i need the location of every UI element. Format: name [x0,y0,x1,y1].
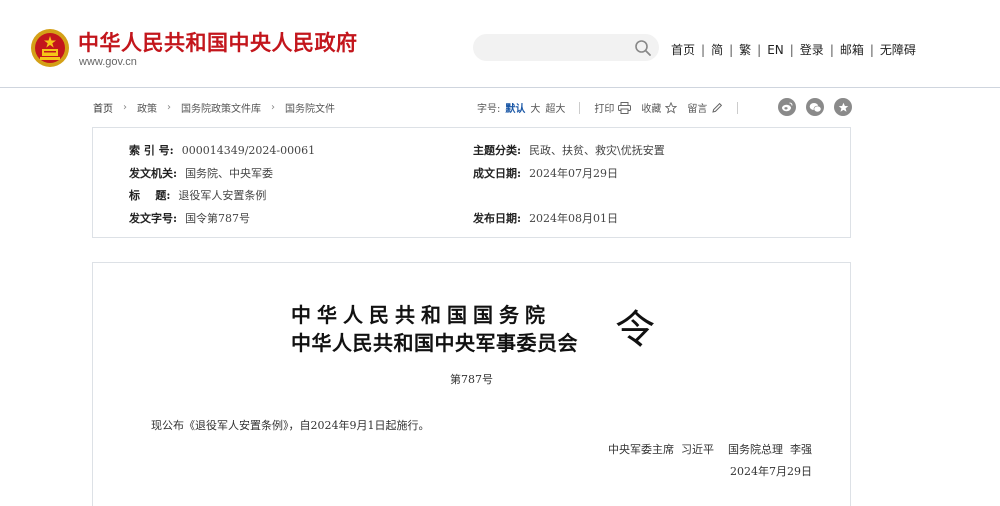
font-size-large-button[interactable]: 大 [530,100,540,115]
search-input[interactable] [473,34,659,61]
favorite-label: 收藏 [641,104,662,115]
meta-index-row: 索 引 号: 000014349/2024-00061 [129,142,315,158]
nav-home[interactable]: 首页 [671,41,695,58]
site-url[interactable]: www.gov.cn [79,56,137,68]
meta-title-value: 退役军人安置条例 [178,189,267,202]
meta-doc-no-value: 国令第787号 [185,212,251,225]
meta-publish-date-label: 发布日期: [473,212,522,225]
tools-divider [737,101,739,114]
doc-title-line2: 中华人民共和国中央军事委员会 [291,331,578,355]
favorite-star-icon[interactable] [834,98,852,116]
chevron-right-icon: › [123,102,127,113]
meta-written-date-row: 成文日期: 2024年07月29日 [473,165,618,181]
print-label: 打印 [594,104,615,115]
nav-separator: | [789,42,794,57]
breadcrumb: 首页 › 政策 › 国务院政策文件库 › 国务院文件 [93,100,335,115]
meta-publish-date-value: 2024年08月01日 [529,212,619,225]
doc-signature: 中央军委主席 习近平 国务院总理 李强 [608,443,812,456]
doc-date: 2024年7月29日 [730,465,812,478]
chevron-right-icon: › [271,102,275,113]
meta-written-date-label: 成文日期: [473,167,522,180]
print-button[interactable]: 打印 [594,100,632,115]
meta-issuer-value: 国务院、中央军委 [185,167,274,180]
nav-separator: | [701,42,706,57]
nav-separator: | [869,42,874,57]
breadcrumb-policy-library[interactable]: 国务院政策文件库 [181,100,261,115]
search-icon[interactable] [634,39,652,57]
meta-issuer-label: 发文机关: [129,167,178,180]
national-emblem-icon[interactable] [30,28,70,68]
nav-separator: | [829,42,834,57]
nav-login[interactable]: 登录 [800,41,824,58]
nav-mail[interactable]: 邮箱 [840,41,864,58]
meta-category-label: 主题分类: [473,144,522,157]
meta-title-label: 标 题: [129,189,171,202]
nav-accessibility[interactable]: 无障碍 [880,41,916,58]
weibo-glyph-icon [782,102,793,112]
site-header: 中华人民共和国中央人民政府 www.gov.cn 首页 | 简 | 繁 | EN… [0,0,1000,88]
pencil-icon [712,102,723,113]
breadcrumb-home[interactable]: 首页 [93,100,113,115]
breadcrumb-state-council-docs[interactable]: 国务院文件 [285,100,335,115]
site-title[interactable]: 中华人民共和国中央人民政府 [78,27,358,57]
comment-button[interactable]: 留言 [687,100,723,115]
weibo-icon[interactable] [778,98,796,116]
star-filled-icon [838,102,848,112]
nav-simplified[interactable]: 简 [711,41,723,58]
meta-index-label: 索 引 号: [129,144,174,157]
meta-category-value: 民政、扶贫、救灾\优抚安置 [529,144,665,157]
document-content: 中华人民共和国国务院 中华人民共和国中央军事委员会 令 第787号 现公布《退役… [92,262,851,506]
doc-body-text: 现公布《退役军人安置条例》，自2024年9月1日起施行。 [151,419,430,432]
meta-written-date-value: 2024年07月29日 [529,167,619,180]
font-size-xlarge-button[interactable]: 超大 [545,100,565,115]
tools-divider [579,101,581,114]
meta-category-row: 主题分类: 民政、扶贫、救灾\优抚安置 [473,142,665,158]
doc-title-line1: 中华人民共和国国务院 [291,303,551,327]
chevron-right-icon: › [167,102,171,113]
article-tools: 字号: 默认 大 超大 打印 收藏 留言 [477,100,752,115]
star-outline-icon [665,101,678,114]
share-bar [778,98,862,116]
nav-english[interactable]: EN [767,43,784,57]
meta-doc-no-row: 发文字号: 国令第787号 [129,210,250,226]
top-nav: 首页 | 简 | 繁 | EN | 登录 | 邮箱 | 无障碍 [671,41,916,58]
printer-icon [618,101,632,114]
nav-traditional[interactable]: 繁 [739,41,751,58]
wechat-glyph-icon [809,102,821,112]
breadcrumb-policy[interactable]: 政策 [137,100,157,115]
meta-issuer-row: 发文机关: 国务院、中央军委 [129,165,273,181]
doc-order-number: 第787号 [450,373,493,386]
document-meta-box: 索 引 号: 000014349/2024-00061 主题分类: 民政、扶贫、救灾… [92,127,851,238]
font-size-default-button[interactable]: 默认 [505,100,525,115]
doc-order-character: 令 [615,307,655,353]
comment-label: 留言 [687,104,708,115]
meta-index-value: 000014349/2024-00061 [181,144,316,157]
meta-title-row: 标 题: 退役军人安置条例 [129,187,266,203]
font-size-label: 字号: [477,104,501,115]
favorite-button[interactable]: 收藏 [641,100,678,115]
meta-publish-date-row: 发布日期: 2024年08月01日 [473,210,618,226]
wechat-icon[interactable] [806,98,824,116]
meta-doc-no-label: 发文字号: [129,212,178,225]
nav-separator: | [757,42,762,57]
nav-separator: | [729,42,734,57]
